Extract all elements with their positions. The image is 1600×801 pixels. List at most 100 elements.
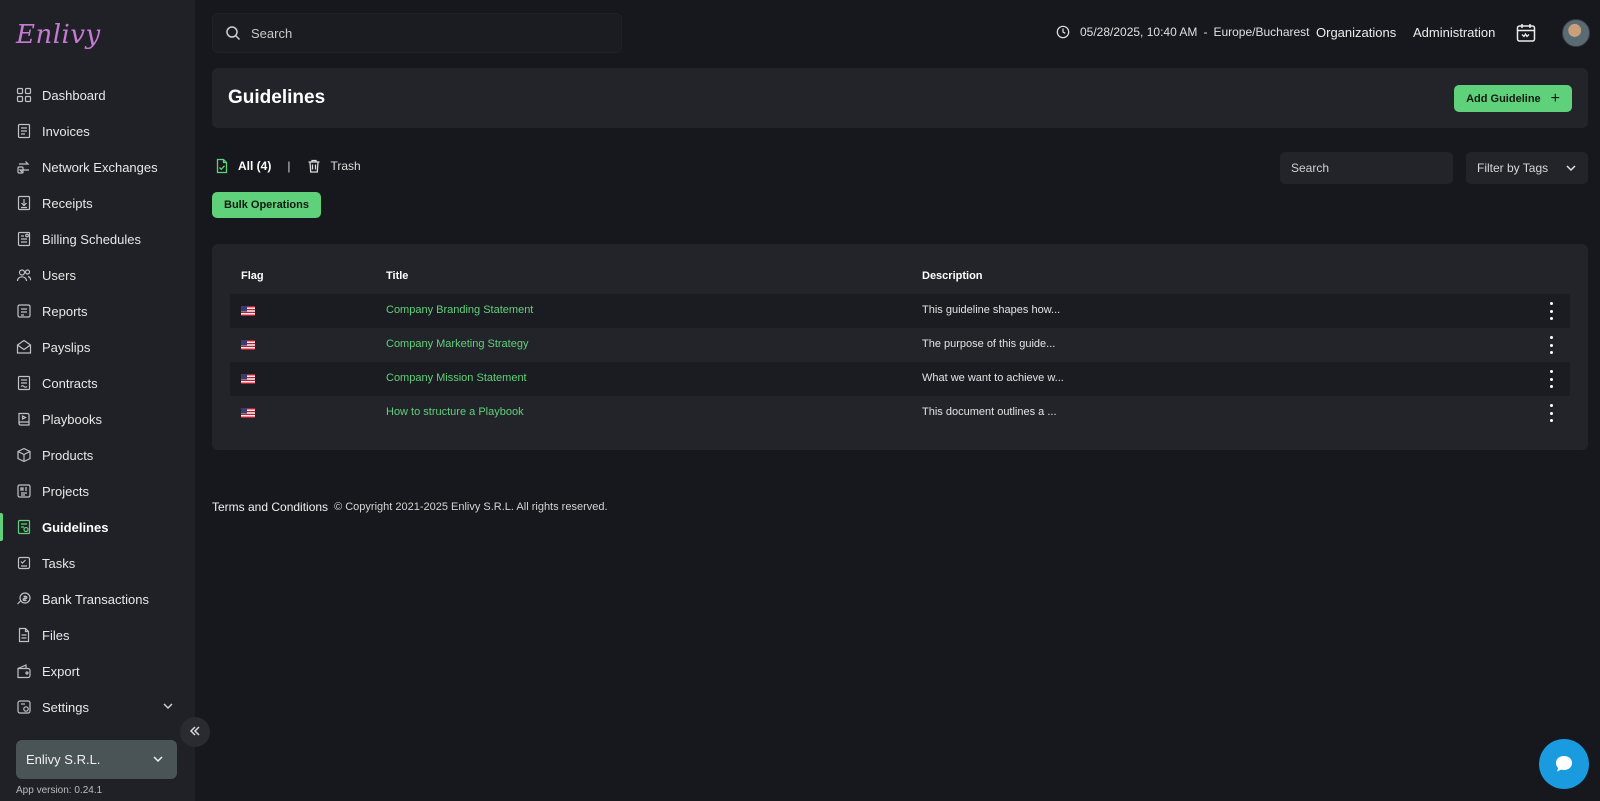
- file-icon: [16, 627, 32, 643]
- sidebar-item-label: Contracts: [42, 375, 98, 391]
- page-title: Guidelines: [228, 87, 326, 108]
- guideline-title-link[interactable]: Company Branding Statement: [386, 304, 533, 316]
- double-chevron-left-icon: [188, 722, 202, 743]
- exchange-icon: [16, 159, 32, 175]
- chevron-down-icon[interactable]: [161, 699, 175, 716]
- us-flag-icon: [241, 408, 255, 418]
- tab-trash[interactable]: Trash: [306, 158, 361, 174]
- contract-icon: [16, 375, 32, 391]
- page-header: Guidelines Add Guideline +: [212, 68, 1588, 128]
- guideline-description: This guideline shapes how...: [922, 304, 1061, 316]
- enlivy-logo[interactable]: Enlivy: [16, 20, 101, 50]
- sidebar-item-label: Invoices: [42, 123, 90, 139]
- project-icon: [16, 483, 32, 499]
- sidebar-item-files[interactable]: Files: [0, 617, 195, 653]
- column-header-description: Description: [922, 270, 983, 282]
- bank-icon: [16, 591, 32, 607]
- chevron-down-icon: [151, 752, 165, 769]
- copyright-text: © Copyright 2021-2025 Enlivy S.R.L. All …: [334, 501, 608, 513]
- sidebar-item-label: Tasks: [42, 555, 76, 571]
- guideline-search-input[interactable]: [1280, 152, 1453, 184]
- chat-bubble-icon: [1556, 756, 1572, 772]
- organization-select[interactable]: Enlivy S.R.L.: [16, 740, 177, 779]
- sidebar-item-label: Export: [42, 663, 80, 679]
- row-actions-kebab-icon[interactable]: [1544, 302, 1558, 320]
- row-actions-kebab-icon[interactable]: [1544, 404, 1558, 422]
- us-flag-icon: [241, 306, 255, 316]
- sidebar-nav: Dashboard Invoices Network Exchanges Rec…: [0, 77, 195, 725]
- us-flag-icon: [241, 340, 255, 350]
- status-tabs: All (4) | Trash: [214, 158, 361, 174]
- guideline-description: What we want to achieve w...: [922, 372, 1064, 384]
- chat-button[interactable]: [1539, 739, 1589, 789]
- sidebar-item-label: Files: [42, 627, 70, 643]
- sidebar-item-contracts[interactable]: Contracts: [0, 365, 195, 401]
- datetime-separator: -: [1203, 25, 1208, 39]
- sidebar-item-products[interactable]: Products: [0, 437, 195, 473]
- search-input[interactable]: [251, 25, 591, 41]
- add-guideline-label: Add Guideline: [1466, 92, 1541, 105]
- reports-icon: [16, 303, 32, 319]
- organizations-link[interactable]: Organizations: [1316, 25, 1396, 40]
- guideline-icon: [16, 519, 32, 535]
- sidebar-item-export[interactable]: Export: [0, 653, 195, 689]
- us-flag-icon: [241, 374, 255, 384]
- sidebar-item-label: Billing Schedules: [42, 231, 142, 247]
- sidebar-item-receipts[interactable]: Receipts: [0, 185, 195, 221]
- sidebar-item-dashboard[interactable]: Dashboard: [0, 77, 195, 113]
- sidebar-item-payslips[interactable]: Payslips: [0, 329, 195, 365]
- guideline-description: This document outlines a ...: [922, 406, 1057, 418]
- tasks-icon: [16, 555, 32, 571]
- guideline-title-link[interactable]: Company Marketing Strategy: [386, 338, 528, 350]
- table-header: Flag Title Description: [230, 270, 1570, 290]
- export-icon: [16, 663, 32, 679]
- sidebar-item-bank-transactions[interactable]: Bank Transactions: [0, 581, 195, 617]
- terms-link[interactable]: Terms and Conditions: [212, 500, 328, 514]
- sidebar-item-tasks[interactable]: Tasks: [0, 545, 195, 581]
- search-icon: [226, 26, 241, 41]
- global-search[interactable]: [212, 13, 622, 53]
- current-datetime: 05/28/2025, 10:40 AM - Europe/Bucharest: [1056, 25, 1310, 39]
- sidebar-item-label: Playbooks: [42, 411, 102, 427]
- sidebar-item-guidelines[interactable]: Guidelines: [0, 509, 195, 545]
- document-check-icon: [216, 158, 228, 174]
- calendar-button[interactable]: [1515, 22, 1537, 44]
- collapse-sidebar-button[interactable]: [180, 717, 210, 747]
- tab-all[interactable]: All (4): [214, 158, 271, 174]
- add-guideline-button[interactable]: Add Guideline +: [1454, 85, 1572, 112]
- sidebar-item-billing-schedules[interactable]: Billing Schedules: [0, 221, 195, 257]
- guideline-title-link[interactable]: Company Mission Statement: [386, 372, 527, 384]
- receipt-icon: [16, 195, 32, 211]
- sidebar-item-label: Receipts: [42, 195, 93, 211]
- tab-separator: |: [287, 159, 291, 173]
- filter-by-tags-select[interactable]: Filter by Tags: [1466, 152, 1588, 184]
- sidebar-item-users[interactable]: Users: [0, 257, 195, 293]
- sidebar-item-playbooks[interactable]: Playbooks: [0, 401, 195, 437]
- user-avatar[interactable]: [1562, 19, 1590, 47]
- plus-icon: +: [1550, 89, 1560, 107]
- guideline-title-link[interactable]: How to structure a Playbook: [386, 406, 524, 418]
- table-row: Company Branding Statement This guidelin…: [230, 294, 1570, 328]
- guidelines-table: Flag Title Description Company Branding …: [212, 244, 1588, 450]
- sidebar-item-label: Settings: [42, 699, 89, 715]
- table-row: Company Mission Statement What we want t…: [230, 362, 1570, 396]
- payslip-icon: [16, 339, 32, 355]
- app-version: App version: 0.24.1: [16, 785, 103, 796]
- playbook-icon: [16, 411, 32, 427]
- sidebar-item-settings[interactable]: Settings: [0, 689, 195, 725]
- administration-link[interactable]: Administration: [1413, 25, 1495, 40]
- bulk-operations-button[interactable]: Bulk Operations: [212, 192, 321, 218]
- sidebar-item-invoices[interactable]: Invoices: [0, 113, 195, 149]
- table-row: Company Marketing Strategy The purpose o…: [230, 328, 1570, 362]
- calendar-icon: [1516, 24, 1536, 42]
- settings-icon: [16, 699, 32, 715]
- sidebar-item-network-exchanges[interactable]: Network Exchanges: [0, 149, 195, 185]
- sidebar-item-label: Guidelines: [42, 519, 109, 535]
- sidebar-item-label: Projects: [42, 483, 89, 499]
- sidebar-item-projects[interactable]: Projects: [0, 473, 195, 509]
- sidebar-item-reports[interactable]: Reports: [0, 293, 195, 329]
- row-actions-kebab-icon[interactable]: [1544, 370, 1558, 388]
- row-actions-kebab-icon[interactable]: [1544, 336, 1558, 354]
- sidebar-item-label: Products: [42, 447, 94, 463]
- sidebar-item-label: Network Exchanges: [42, 159, 158, 175]
